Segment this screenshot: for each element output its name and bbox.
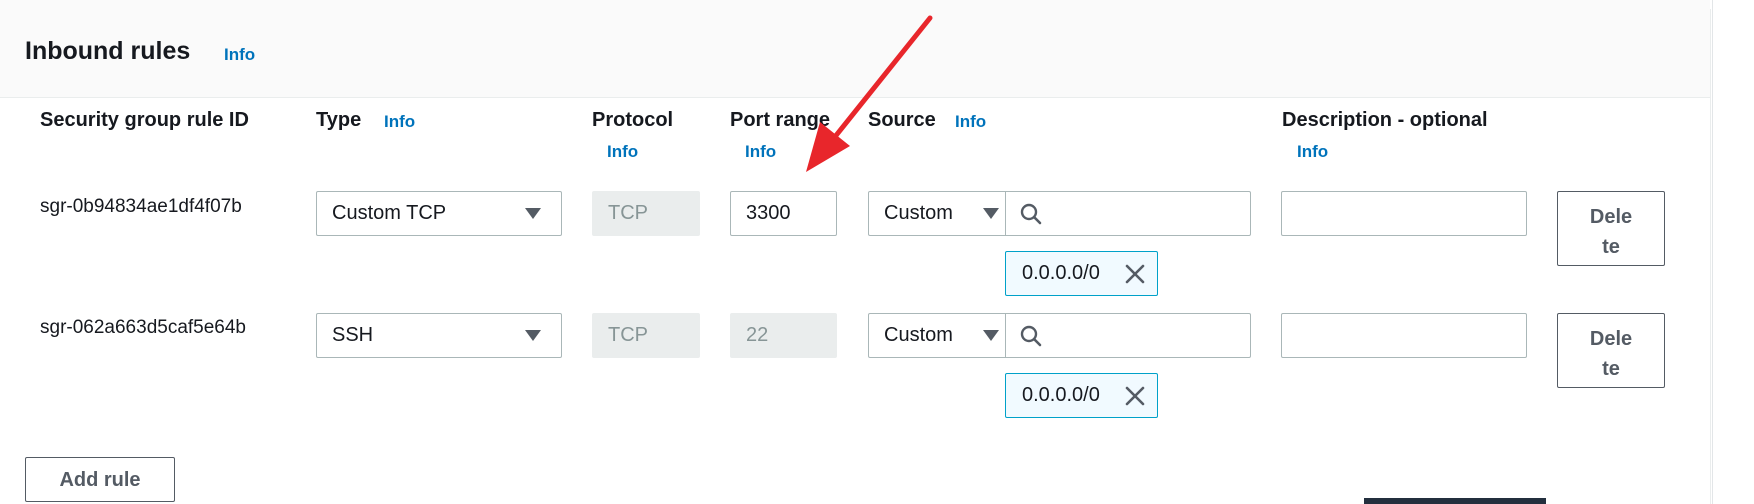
source-token-value: 0.0.0.0/0 [1022, 262, 1100, 284]
type-select[interactable]: SSH [316, 313, 562, 358]
page-scroll-gutter [1712, 0, 1754, 504]
caret-down-icon [983, 208, 999, 219]
type-select-value: SSH [332, 324, 374, 346]
source-search-input[interactable] [1005, 313, 1251, 358]
type-select-value: Custom TCP [332, 202, 447, 224]
description-input[interactable] [1281, 191, 1527, 236]
protocol-value: TCP [608, 324, 648, 346]
source-token: 0.0.0.0/0 [1005, 373, 1158, 418]
column-header-source: Source [868, 109, 936, 131]
protocol-value: TCP [608, 202, 648, 224]
caret-down-icon [983, 330, 999, 341]
protocol-field: TCP [592, 313, 700, 358]
port-range-field: 22 [730, 313, 837, 358]
inbound-rules-panel: Inbound rules Info Security group rule I… [0, 9, 1711, 504]
tooltip-edge [1364, 498, 1546, 504]
source-info-link[interactable]: Info [955, 112, 986, 132]
delete-rule-button[interactable]: Delete [1557, 313, 1665, 388]
search-icon [1020, 325, 1042, 347]
protocol-info-link[interactable]: Info [607, 142, 638, 162]
description-info-link[interactable]: Info [1297, 142, 1328, 162]
protocol-field: TCP [592, 191, 700, 236]
port-range-value: 22 [746, 324, 769, 346]
port-range-input[interactable]: 3300 [730, 191, 837, 236]
column-header-protocol: Protocol [592, 109, 674, 131]
caret-down-icon [525, 208, 541, 219]
column-header-port-range: Port range [730, 109, 831, 131]
panel-header: Inbound rules Info [0, 9, 1710, 98]
close-icon[interactable] [1123, 384, 1147, 408]
port-range-value: 3300 [746, 202, 791, 224]
column-header-description: Description - optional [1282, 109, 1488, 131]
close-icon[interactable] [1123, 262, 1147, 286]
source-type-value: Custom [884, 202, 953, 224]
delete-rule-button[interactable]: Delete [1557, 191, 1665, 266]
add-rule-button[interactable]: Add rule [25, 457, 175, 502]
source-token: 0.0.0.0/0 [1005, 251, 1158, 296]
panel-title: Inbound rules [25, 37, 191, 65]
column-header-type: Type [316, 109, 362, 131]
column-header-rule-id: Security group rule ID [40, 109, 249, 131]
source-type-select[interactable]: Custom [868, 191, 1006, 236]
search-icon [1020, 203, 1042, 225]
source-type-value: Custom [884, 324, 953, 346]
type-info-link[interactable]: Info [384, 112, 415, 132]
type-select[interactable]: Custom TCP [316, 191, 562, 236]
caret-down-icon [525, 330, 541, 341]
panel-info-link[interactable]: Info [224, 45, 255, 65]
source-search-input[interactable] [1005, 191, 1251, 236]
source-token-value: 0.0.0.0/0 [1022, 384, 1100, 406]
source-type-select[interactable]: Custom [868, 313, 1006, 358]
port-range-info-link[interactable]: Info [745, 142, 776, 162]
rule-id: sgr-0b94834ae1df4f07b [40, 196, 242, 217]
rule-id: sgr-062a663d5caf5e64b [40, 317, 247, 338]
description-input[interactable] [1281, 313, 1527, 358]
